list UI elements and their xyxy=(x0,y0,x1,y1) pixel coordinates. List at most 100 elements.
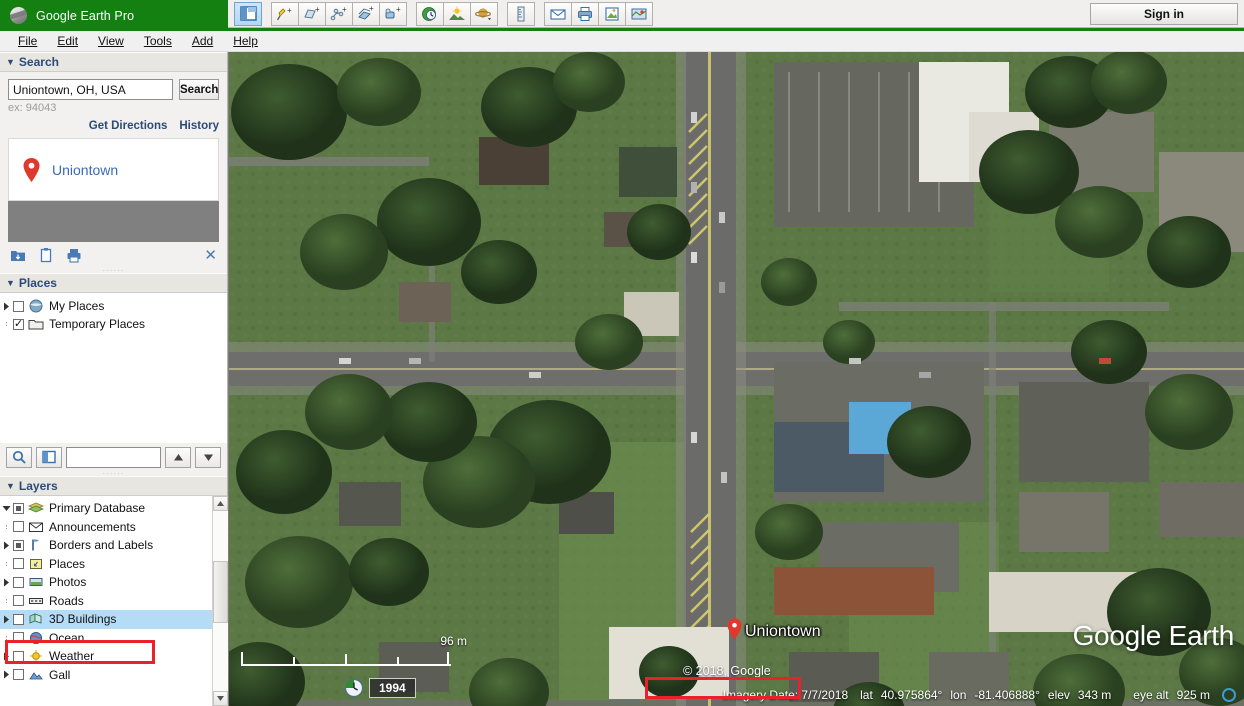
expand-arrow-icon[interactable] xyxy=(0,652,13,661)
layer-label: Primary Database xyxy=(49,501,146,516)
scrollbar-thumb[interactable] xyxy=(212,561,228,623)
add-image-overlay-button[interactable]: + xyxy=(352,1,380,26)
map-placemark[interactable]: Uniontown xyxy=(727,618,821,645)
view-in-google-maps-button[interactable] xyxy=(625,1,653,26)
places-checkbox-my-places[interactable] xyxy=(13,300,24,312)
places-item-temporary-places[interactable]: Temporary Places xyxy=(0,315,227,333)
sign-in-button[interactable]: Sign in xyxy=(1090,2,1238,25)
search-result-label: Uniontown xyxy=(52,161,119,178)
layer-row-borders-and-labels[interactable]: Borders and Labels xyxy=(0,536,212,555)
map-viewport[interactable]: Uniontown © 2018, Google Google Earth 96… xyxy=(228,52,1244,706)
folder-icon xyxy=(28,317,44,331)
planets-button[interactable] xyxy=(470,1,498,26)
expand-arrow-icon[interactable] xyxy=(0,302,13,311)
search-input[interactable] xyxy=(8,79,173,100)
photo-icon xyxy=(28,575,44,589)
satellite-imagery[interactable] xyxy=(229,52,1244,706)
layer-panel-icon[interactable] xyxy=(36,446,62,468)
layers-panel-title: Layers xyxy=(18,479,58,493)
places-panel-header[interactable]: ▼ Places xyxy=(0,273,227,293)
menu-file[interactable]: File xyxy=(8,32,47,50)
record-tour-button[interactable]: + xyxy=(379,1,407,26)
search-button[interactable]: Search xyxy=(179,79,220,100)
scroll-up-arrow-icon[interactable] xyxy=(212,496,228,511)
toggle-sidebar-button[interactable] xyxy=(234,1,262,26)
layer-checkbox-borders-and-labels[interactable] xyxy=(13,539,24,551)
search-result-item[interactable]: Uniontown xyxy=(8,138,219,201)
places-checkbox-temporary-places[interactable] xyxy=(13,317,24,330)
clear-search-button[interactable]: ✕ xyxy=(204,248,217,263)
print-icon[interactable] xyxy=(66,247,82,263)
layer-row-gallery[interactable]: Gall xyxy=(0,666,212,685)
scroll-down-arrow-icon[interactable] xyxy=(212,691,228,706)
sidebar: ▼ Search Search ex: 94043 Get Directions… xyxy=(0,52,228,706)
layers-up-button[interactable] xyxy=(165,446,191,468)
places-item-label: Temporary Places xyxy=(49,317,146,331)
save-to-my-places-icon[interactable] xyxy=(10,247,26,263)
sunlight-button[interactable] xyxy=(443,1,471,26)
add-path-button[interactable]: + xyxy=(325,1,353,26)
scrollbar-track[interactable] xyxy=(212,511,228,691)
layer-label: 3D Buildings xyxy=(49,612,117,627)
menu-view[interactable]: View xyxy=(88,32,134,50)
status-bar: Imagery Date: 7/7/2018 lat 40.975864° lo… xyxy=(228,684,1244,706)
layer-row-photos[interactable]: Photos xyxy=(0,573,212,592)
layer-row-roads[interactable]: Roads xyxy=(0,592,212,611)
eye-altitude-icon xyxy=(1222,688,1236,702)
expand-arrow-icon[interactable] xyxy=(0,578,13,587)
scale-bar-line xyxy=(241,652,451,666)
layers-panel-body: Primary Database Announcements Borders a… xyxy=(0,496,228,706)
menu-help[interactable]: Help xyxy=(223,32,268,50)
layer-checkbox-ocean[interactable] xyxy=(13,632,24,644)
historical-imagery-button[interactable] xyxy=(416,1,444,26)
layer-row-weather[interactable]: Weather xyxy=(0,647,212,666)
expand-arrow-icon[interactable] xyxy=(0,615,13,624)
search-panel-header[interactable]: ▼ Search xyxy=(0,52,227,72)
layer-row-primary-database[interactable]: Primary Database xyxy=(0,499,212,518)
layer-checkbox-gallery[interactable] xyxy=(13,669,24,681)
layer-checkbox-announcements[interactable] xyxy=(13,521,24,533)
layer-checkbox-weather[interactable] xyxy=(13,650,24,662)
search-row: Search xyxy=(8,79,220,100)
history-link[interactable]: History xyxy=(179,120,219,132)
get-directions-link[interactable]: Get Directions xyxy=(89,120,168,132)
layer-row-3d-buildings[interactable]: 3D Buildings xyxy=(0,610,212,629)
save-image-button[interactable] xyxy=(598,1,626,26)
add-placemark-button[interactable]: + xyxy=(271,1,299,26)
expand-arrow-icon[interactable] xyxy=(0,541,13,550)
places-item-my-places[interactable]: My Places xyxy=(0,297,227,315)
layer-checkbox-roads[interactable] xyxy=(13,595,24,607)
copy-icon[interactable] xyxy=(38,247,54,263)
layer-search-icon[interactable] xyxy=(6,446,32,468)
layer-checkbox-photos[interactable] xyxy=(13,576,24,588)
collapse-arrow-icon[interactable] xyxy=(0,505,13,512)
layer-label: Ocean xyxy=(49,630,85,645)
imagery-date-label: Imagery Date: 7/7/2018 xyxy=(722,688,849,702)
layer-row-ocean[interactable]: Ocean xyxy=(0,629,212,648)
layer-checkbox-primary-database[interactable] xyxy=(13,502,24,514)
menu-tools[interactable]: Tools xyxy=(134,32,182,50)
layer-checkbox-places[interactable] xyxy=(13,558,24,570)
svg-text:+: + xyxy=(342,6,347,14)
menu-tools-label: Tools xyxy=(143,34,172,48)
globe-icon xyxy=(28,299,44,313)
layers-scrollbar[interactable] xyxy=(212,496,228,706)
layer-checkbox-3d-buildings[interactable] xyxy=(13,613,24,625)
print-button[interactable] xyxy=(571,1,599,26)
weather-sun-icon xyxy=(28,649,44,663)
layers-down-button[interactable] xyxy=(195,446,221,468)
main-toolbar: + + + + + Sign in xyxy=(228,0,1244,28)
add-polygon-button[interactable]: + xyxy=(298,1,326,26)
ruler-button[interactable] xyxy=(507,1,535,26)
layer-row-announcements[interactable]: Announcements xyxy=(0,518,212,537)
expand-arrow-icon[interactable] xyxy=(0,670,13,679)
menu-bar: File Edit View Tools Add Help xyxy=(0,31,1244,52)
layer-row-places[interactable]: Places xyxy=(0,555,212,574)
menu-edit[interactable]: Edit xyxy=(47,32,88,50)
layers-panel-header[interactable]: ▼ Layers xyxy=(0,476,227,496)
menu-add[interactable]: Add xyxy=(182,32,223,50)
toolbar-group-view xyxy=(234,1,262,26)
email-button[interactable] xyxy=(544,1,572,26)
layers-filter-input[interactable] xyxy=(66,446,161,468)
layer-label: Weather xyxy=(49,649,95,664)
